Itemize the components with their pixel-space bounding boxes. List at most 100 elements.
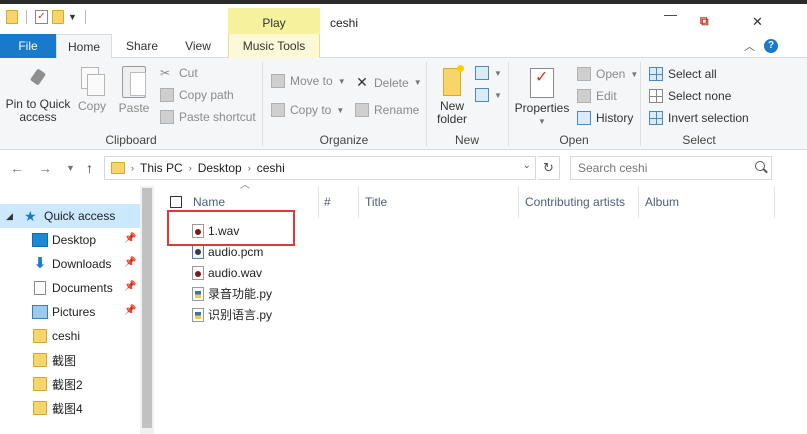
move-to-button[interactable]: Move to ▼ (271, 74, 346, 88)
separator (84, 10, 86, 24)
sidebar-item-desktop[interactable]: Desktop 📌 (0, 228, 140, 252)
delete-button[interactable]: ✕ Delete ▼ (355, 74, 421, 91)
close-icon[interactable]: ✕ (752, 14, 763, 30)
tab-share[interactable]: Share (116, 34, 168, 58)
sidebar-item-documents[interactable]: Documents 📌 (0, 276, 140, 300)
new-folder-button[interactable]: New folder (433, 65, 471, 126)
properties-button[interactable]: Properties ▼ (513, 68, 571, 128)
search-input[interactable] (570, 156, 772, 180)
easy-access-button[interactable]: ▼ (475, 88, 502, 102)
column-divider[interactable] (774, 186, 775, 218)
rename-icon (355, 103, 369, 117)
pcm-file-icon (192, 244, 204, 259)
column-divider[interactable] (358, 186, 359, 218)
organize-group-label: Organize (319, 133, 369, 147)
select-all-button[interactable]: Select all (649, 67, 717, 81)
breadcrumb-desktop[interactable]: Desktop (198, 161, 242, 175)
paste-shortcut-icon (160, 110, 174, 124)
quick-access-toolbar: ✓ ▼ (6, 10, 90, 24)
pin-quick-access-button[interactable]: Pin to Quick access (4, 68, 72, 124)
new-group: New folder ▼ ▼ New (427, 58, 507, 150)
invert-selection-button[interactable]: Invert selection (649, 111, 749, 125)
address-dropdown-icon[interactable]: ⌄ (523, 160, 531, 171)
pin-icon[interactable]: 📌 (124, 233, 136, 244)
breadcrumb-this-pc[interactable]: This PC (140, 161, 183, 175)
file-row[interactable]: audio.wav (192, 262, 262, 283)
chevron-right-icon[interactable]: › (131, 163, 134, 173)
edit-button[interactable]: Edit (577, 89, 617, 103)
column-header-number[interactable]: # (324, 186, 331, 218)
sidebar-item-downloads[interactable]: ⬇ Downloads 📌 (0, 252, 140, 276)
history-button[interactable]: History (577, 111, 633, 125)
help-icon[interactable]: ? (764, 39, 778, 53)
tab-music-tools[interactable]: Music Tools (228, 34, 320, 58)
file-row[interactable]: 录音功能.py (192, 283, 272, 304)
copy-path-button[interactable]: Copy path (160, 88, 234, 102)
rename-button[interactable]: Rename (355, 103, 419, 117)
paste-shortcut-button[interactable]: Paste shortcut (160, 110, 256, 124)
folder-icon (33, 329, 47, 343)
move-to-label: Move to (290, 74, 333, 88)
chevron-right-icon[interactable]: › (189, 163, 192, 173)
copy-path-icon (160, 88, 174, 102)
nav-scrollbar-thumb[interactable] (142, 188, 152, 428)
open-button[interactable]: Open ▼ (577, 67, 638, 81)
restore-icon[interactable]: ⧉ (700, 14, 709, 29)
wav-file-icon (192, 265, 204, 280)
organize-group: Move to ▼ Copy to ▼ ✕ Delete ▼ Rename Or… (263, 58, 425, 150)
sidebar-item-pictures[interactable]: Pictures 📌 (0, 300, 140, 324)
copy-button[interactable]: Copy (76, 66, 108, 113)
up-arrow-icon[interactable]: ↑ (86, 160, 93, 176)
folder-icon (6, 10, 18, 24)
sidebar-item-jietu[interactable]: 截图 (0, 348, 140, 372)
expand-arrow-icon[interactable]: ◢ (6, 211, 13, 222)
tab-home[interactable]: Home (56, 34, 112, 59)
file-name: audio.pcm (208, 244, 264, 259)
dropdown-arrow-icon: ▼ (336, 105, 345, 115)
collapse-ribbon-icon[interactable]: ︿ (744, 38, 755, 54)
window-title: ceshi (330, 16, 359, 30)
tab-view[interactable]: View (172, 34, 224, 58)
select-all-icon (649, 67, 663, 81)
back-arrow-icon[interactable]: ← (10, 160, 24, 176)
chevron-right-icon[interactable]: › (248, 163, 251, 173)
customize-toolbar-icon[interactable]: ▼ (68, 12, 77, 22)
pin-icon[interactable]: 📌 (124, 281, 136, 292)
sidebar-item-jietu2[interactable]: 截图2 (0, 372, 140, 396)
pin-icon[interactable]: 📌 (124, 305, 136, 316)
properties-icon[interactable]: ✓ (35, 10, 48, 24)
python-file-icon (192, 307, 204, 322)
recent-locations-icon[interactable]: ▼ (66, 163, 75, 173)
documents-icon (34, 281, 46, 295)
sidebar-item-label: 截图 (52, 353, 77, 368)
refresh-icon[interactable]: ↻ (538, 156, 560, 180)
sidebar-item-jietu4[interactable]: 截图4 (0, 396, 140, 420)
sidebar-item-quick-access[interactable]: ◢ ★ Quick access (0, 204, 140, 228)
pin-icon[interactable]: 📌 (124, 257, 136, 268)
minimize-icon[interactable]: — (664, 7, 677, 22)
address-bar[interactable]: › This PC › Desktop › ceshi ⌄ (104, 156, 536, 180)
file-row[interactable]: 识别语言.py (192, 304, 272, 325)
select-none-button[interactable]: Select none (649, 89, 731, 103)
new-item-button[interactable]: ▼ (475, 66, 502, 80)
column-header-title[interactable]: Title (365, 186, 387, 218)
column-header-contributing-artists[interactable]: Contributing artists (525, 186, 625, 218)
copy-path-label: Copy path (179, 88, 234, 102)
column-divider[interactable] (638, 186, 639, 218)
forward-arrow-icon[interactable]: → (38, 160, 52, 176)
copy-to-button[interactable]: Copy to ▼ (271, 103, 344, 117)
new-folder-icon[interactable] (52, 10, 64, 24)
scissors-icon: ✂ (160, 66, 171, 80)
select-all-checkbox[interactable] (170, 196, 182, 208)
new-group-label: New (454, 133, 479, 147)
paste-button[interactable]: Paste (118, 66, 150, 115)
pin-icon (27, 68, 49, 94)
column-header-album[interactable]: Album (645, 186, 679, 218)
sidebar-item-ceshi[interactable]: ceshi (0, 324, 140, 348)
tab-file[interactable]: File (0, 34, 56, 58)
cut-button[interactable]: ✂ Cut (160, 66, 198, 80)
breadcrumb-ceshi[interactable]: ceshi (257, 161, 285, 175)
column-divider[interactable] (318, 186, 319, 218)
column-divider[interactable] (518, 186, 519, 218)
history-icon (577, 111, 591, 125)
